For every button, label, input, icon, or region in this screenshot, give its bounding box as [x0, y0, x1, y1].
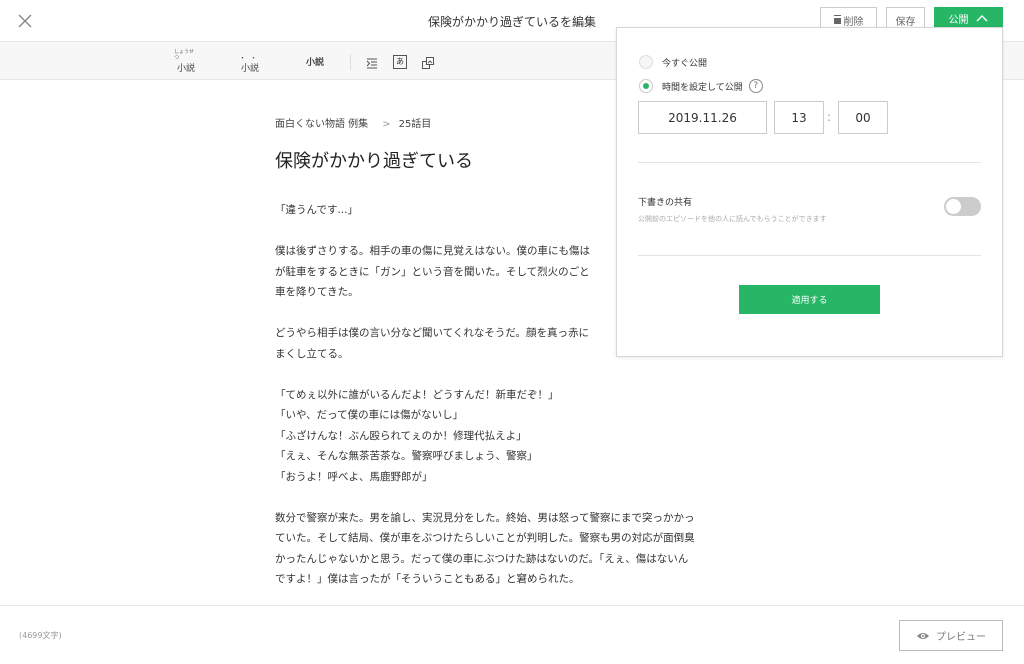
breadcrumb-work[interactable]: 面白くない物語 例集 — [275, 119, 368, 130]
publish-now-label: 今すぐ公開 — [662, 58, 708, 69]
text-line: 数分で警察が来た。男を諭し、実況見分をした。終始、男は怒って警察にまで突っかかっ — [275, 511, 695, 524]
draft-share-label: 下書きの共有 — [638, 198, 693, 208]
emphasis-dots-button[interactable]: ・・ 小説 — [238, 48, 262, 75]
preview-label: プレビュー — [936, 632, 986, 643]
emphasis-label: 小説 — [240, 64, 259, 74]
text-line: 「えぇ、そんな無茶苦茶な。警察呼びましょう、警察」 — [275, 450, 538, 462]
indent-icon[interactable] — [365, 55, 379, 69]
schedule-publish-radio[interactable] — [639, 79, 653, 93]
divider — [638, 255, 981, 256]
time-separator: : — [827, 110, 832, 124]
ruby-label: 小説 — [176, 64, 195, 74]
publish-now-radio[interactable] — [639, 55, 653, 69]
publish-now-option[interactable]: 今すぐ公開 — [639, 55, 707, 69]
help-icon[interactable]: ? — [748, 79, 763, 93]
breadcrumb-separator: > — [382, 119, 391, 130]
publish-button-label: 公開 — [948, 14, 969, 26]
character-button[interactable]: あ — [393, 55, 407, 69]
divider — [638, 162, 981, 163]
preview-button[interactable]: プレビュー — [899, 620, 1003, 651]
text-line: 「おうよ！呼べよ、馬鹿野郎が」 — [275, 470, 433, 483]
character-count: (4699文字) — [19, 631, 62, 640]
text-line: ですよ！」僕は言ったが「そういうこともある」と窘められた。 — [275, 573, 580, 585]
publish-button[interactable]: 公開 — [934, 7, 1003, 29]
text-line: 「いや、だって僕の車には傷がないし」 — [275, 409, 464, 421]
publish-settings-popover: 今すぐ公開 時間を設定して公開 ? 2019.11.26 13 : 00 下書き… — [616, 27, 1003, 357]
breadcrumb: 面白くない物語 例集 >25話目 — [275, 115, 431, 130]
draft-share-toggle[interactable] — [944, 197, 981, 216]
schedule-publish-option[interactable]: 時間を設定して公開 ? — [639, 79, 763, 93]
episode-title[interactable]: 保険がかかり過ぎている — [275, 147, 473, 173]
ruby-reading: しょうせつ — [174, 49, 195, 61]
chevron-up-icon — [976, 15, 987, 22]
publish-date-field[interactable]: 2019.11.26 — [638, 101, 767, 134]
text-line: 「ふざけんな！ぶん殴られてぇのか！修理代払えよ」 — [275, 429, 527, 442]
draft-share-description: 公開前のエピソードを他の人に読んでもらうことができます — [638, 215, 827, 223]
toolbar-divider — [350, 54, 351, 70]
insert-image-icon[interactable] — [421, 55, 435, 69]
footer: (4699文字) プレビュー — [0, 605, 1024, 664]
text-line: 「てめぇ以外に誰がいるんだよ！どうすんだ！新車だぞ！」 — [275, 388, 559, 401]
delete-button-label: 削除 — [843, 16, 864, 28]
eye-icon — [917, 632, 929, 639]
text-line: ていた。そして結局、僕が車をぶつけたらしいことが判明した。警察も男の対応が面倒臭 — [275, 532, 695, 544]
ruby-button[interactable]: しょうせつ 小説 — [174, 48, 198, 74]
trash-icon — [833, 16, 841, 24]
breadcrumb-episode: 25話目 — [398, 119, 432, 130]
schedule-publish-label: 時間を設定して公開 — [662, 82, 743, 93]
bold-button[interactable]: 小説 — [300, 48, 330, 74]
text-line: かったんじゃないかと思う。だって僕の車にぶつけた跡はないのだ。「えぇ、傷はないん — [275, 552, 689, 565]
publish-minute-field[interactable]: 00 — [838, 101, 888, 134]
apply-button[interactable]: 適用する — [739, 285, 880, 314]
publish-hour-field[interactable]: 13 — [774, 101, 824, 134]
